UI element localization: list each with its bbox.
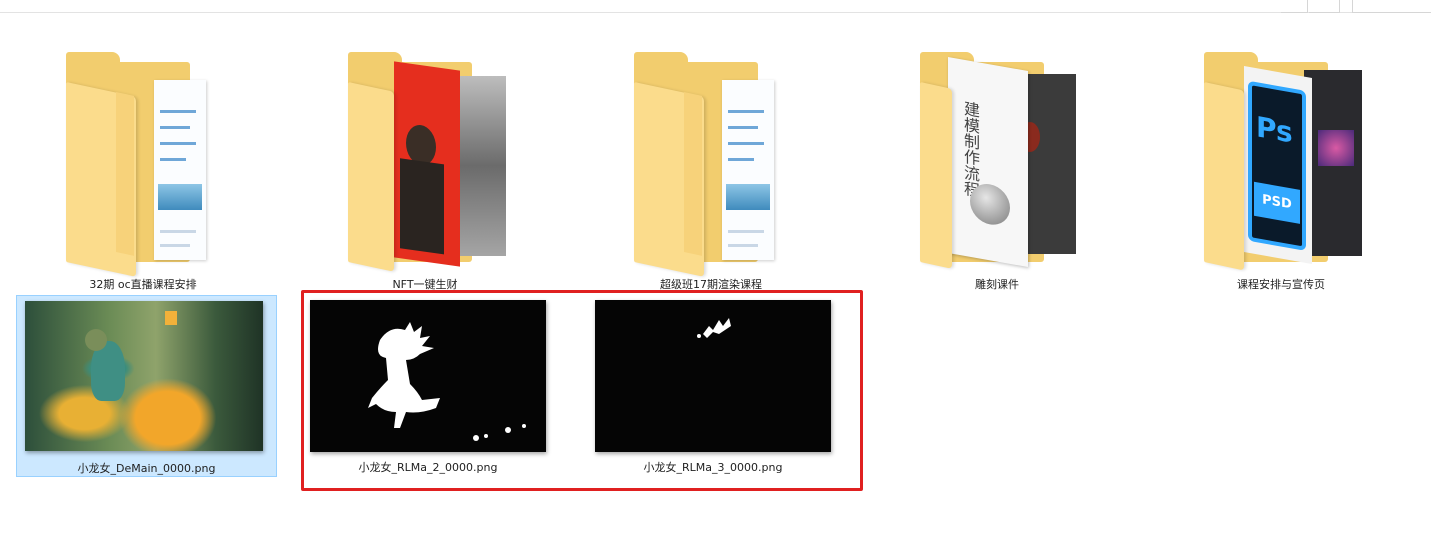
search-input[interactable]: [1352, 0, 1431, 13]
folder-icon: [634, 52, 794, 277]
folder-item-render-course[interactable]: 超级班17期渲染课程: [626, 52, 796, 292]
folder-icon: Ps PSD: [1204, 52, 1364, 271]
folder-icon: 建模制作流程: [920, 52, 1080, 269]
sculpt-preview-text: 建模制作流程: [961, 99, 980, 199]
image-item-demain[interactable]: 小龙女_DeMain_0000.png: [16, 295, 277, 477]
toolbar-strip: [0, 0, 1431, 14]
image-thumbnail: [25, 301, 263, 451]
item-label: 雕刻课件: [975, 278, 1019, 291]
toolbar-divider: [0, 12, 1431, 13]
folder-item-oc-schedule[interactable]: 32期 oc直播课程安排: [58, 52, 228, 292]
dropdown-button[interactable]: [1281, 0, 1308, 13]
item-label: 32期 oc直播课程安排: [89, 278, 197, 291]
folder-item-schedule-promo[interactable]: Ps PSD 课程安排与宣传页: [1196, 52, 1366, 292]
item-label: 小龙女_DeMain_0000.png: [77, 462, 216, 475]
folder-item-nft[interactable]: NFT一键生财: [340, 52, 510, 292]
folder-icon: [348, 52, 508, 272]
folder-icon: [66, 52, 226, 277]
photoshop-icon: Ps PSD: [1248, 80, 1306, 251]
folder-item-sculpt[interactable]: 建模制作流程 雕刻课件: [912, 52, 1082, 292]
highlight-box: [301, 290, 863, 491]
item-label: 课程安排与宣传页: [1237, 278, 1325, 291]
refresh-button[interactable]: [1309, 0, 1340, 13]
